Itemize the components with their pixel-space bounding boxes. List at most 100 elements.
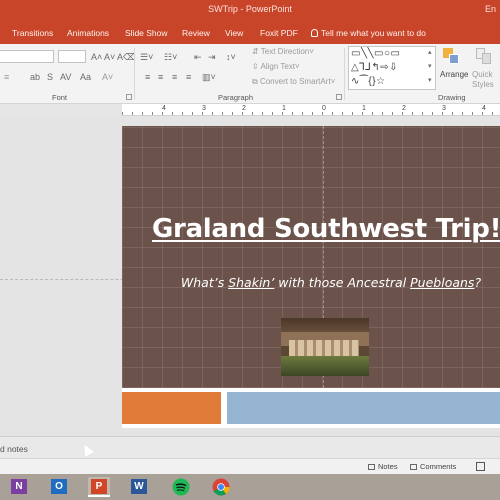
tab-review[interactable]: Review [182, 28, 210, 38]
align-text-label: Align Text [260, 62, 296, 71]
align-center-icon[interactable]: ≡ [158, 72, 163, 82]
ruler-label: 1 [282, 105, 286, 112]
ribbon: A˄ A˅ A⌫ ≡ ab S AV Aa A˅ Font ☰˅ ☷˅ ⇤ ⇥ … [0, 44, 500, 104]
ruler-label: 3 [442, 105, 446, 112]
onenote-icon: N [11, 479, 27, 494]
tab-animations[interactable]: Animations [67, 28, 109, 38]
outlook-icon: O [51, 479, 67, 494]
blue-footer-bar[interactable] [227, 392, 500, 424]
comments-toggle[interactable]: Comments [410, 462, 456, 471]
cliff-dwelling-photo[interactable] [281, 318, 369, 376]
slide-title[interactable]: Graland Southwest Trip! [152, 214, 500, 244]
gallery-scroll-down-icon[interactable]: ▾ [428, 62, 432, 70]
align-left-icon[interactable]: ≡ [145, 72, 150, 82]
font-group-label: Font [52, 93, 68, 102]
line-spacing-icon[interactable]: ↕˅ [226, 52, 236, 62]
powerpoint-icon: P [91, 479, 107, 494]
taskbar-spotify[interactable] [170, 477, 192, 497]
tab-slide-show[interactable]: Slide Show [125, 28, 168, 38]
numbering-icon[interactable]: ☷˅ [164, 52, 177, 63]
orange-footer-bar[interactable] [122, 392, 221, 424]
tab-transitions[interactable]: Transitions [12, 28, 53, 38]
horizontal-ruler[interactable]: 4 3 2 1 0 1 2 3 4 [122, 104, 500, 116]
photo-trees [281, 356, 369, 376]
lightbulb-icon [311, 29, 318, 37]
taskbar-word[interactable]: W [128, 477, 150, 497]
bullets-icon[interactable]: ☰˅ [140, 52, 153, 63]
change-case-icon[interactable]: Aa [80, 72, 91, 82]
notes-toggle[interactable]: Notes [368, 462, 398, 471]
font-color-icon[interactable]: A˅ [102, 72, 113, 82]
subtitle-text: with those Ancestral [274, 275, 411, 290]
font-style-icons[interactable]: ≡ [4, 72, 9, 82]
taskbar: N O P W [0, 474, 500, 500]
quick-styles-icon[interactable] [474, 48, 494, 66]
tab-foxit-pdf[interactable]: Foxit PDF [260, 28, 298, 38]
chrome-icon [212, 478, 230, 496]
font-size-dropdown[interactable] [58, 50, 86, 63]
notes-toggle-label: Notes [378, 462, 398, 471]
subtitle-text: ? [474, 275, 482, 290]
text-direction-label: Text Direction [260, 47, 310, 56]
font-dialog-launcher[interactable] [126, 94, 132, 100]
ribbon-separator [134, 48, 135, 100]
char-spacing-icon[interactable]: AV [60, 72, 71, 82]
taskbar-onenote[interactable]: N [8, 477, 30, 497]
convert-smartart-label: Convert to SmartArt [259, 77, 331, 86]
ruler-label: 1 [362, 105, 366, 112]
slide-subtitle[interactable]: What’s Shakin’ with those Ancestral Pueb… [162, 275, 500, 290]
ribbon-tabs: Transitions Animations Slide Show Review… [0, 22, 500, 44]
ruler-label: 4 [482, 105, 486, 112]
decrease-indent-icon[interactable]: ⇤ [194, 52, 202, 63]
spotify-icon [172, 478, 190, 496]
slide-canvas[interactable]: Graland Southwest Trip! What’s Shakin’ w… [122, 126, 500, 428]
convert-smartart-button[interactable]: ⧉ Convert to SmartArt˅ [252, 77, 335, 87]
text-direction-button[interactable]: ⇵ Text Direction˅ [252, 47, 314, 56]
ruler-label: 0 [322, 105, 326, 112]
taskbar-powerpoint[interactable]: P [88, 477, 110, 497]
quick-styles-label[interactable]: Quick Styles [472, 70, 498, 90]
subtitle-text: What’s [180, 275, 229, 290]
grow-font-icon[interactable]: A˄ [91, 52, 102, 62]
columns-icon[interactable]: ▥˅ [202, 72, 216, 83]
shadow-icon[interactable]: S [47, 72, 53, 82]
arrange-label[interactable]: Arrange [440, 70, 468, 79]
ruler-label: 4 [162, 105, 166, 112]
word-icon: W [131, 479, 147, 494]
taskbar-chrome[interactable] [210, 477, 232, 497]
increase-indent-icon[interactable]: ⇥ [208, 52, 216, 63]
tell-me-text: Tell me what you want to do [321, 28, 426, 38]
shrink-font-icon[interactable]: A˅ [104, 52, 115, 62]
gallery-more-icon[interactable]: ▾ [428, 76, 432, 84]
account-name[interactable]: En [485, 4, 496, 14]
photo-ruins [289, 340, 359, 356]
align-right-icon[interactable]: ≡ [172, 72, 177, 82]
strikethrough-icon[interactable]: ab [30, 72, 40, 82]
paragraph-dialog-launcher[interactable] [336, 94, 342, 100]
align-text-button[interactable]: ⇳ Align Text˅ [252, 62, 300, 71]
clear-format-icon[interactable]: A⌫ [117, 52, 136, 63]
normal-view-icon[interactable] [476, 462, 485, 471]
font-name-dropdown[interactable] [0, 50, 54, 63]
tell-me-box[interactable]: Tell me what you want to do [311, 28, 426, 38]
shapes-gallery[interactable]: ▭╲╲▭○▭ △⅂⅃↰⇨⇩ ∿⁀{}☆ [348, 46, 436, 90]
notes-pane[interactable]: d notes [0, 436, 500, 458]
notes-icon [368, 464, 375, 470]
subtitle-text: Shakin’ [228, 275, 275, 290]
ruler-label: 2 [402, 105, 406, 112]
comments-icon [410, 464, 417, 470]
ribbon-separator [344, 48, 345, 100]
gallery-scroll-up-icon[interactable]: ▴ [428, 48, 432, 56]
taskbar-outlook[interactable]: O [48, 477, 70, 497]
tab-view[interactable]: View [225, 28, 243, 38]
justify-icon[interactable]: ≡ [186, 72, 191, 82]
window-title: SWTrip - PowerPoint [208, 4, 292, 14]
ruler-corner [0, 104, 122, 116]
arrange-icon[interactable] [443, 48, 463, 66]
ruler-ticks [122, 112, 500, 115]
subtitle-text: Puebloans [410, 275, 475, 290]
notes-placeholder[interactable]: d notes [0, 444, 28, 454]
drawing-group-label: Drawing [438, 93, 466, 102]
ruler-label: 2 [242, 105, 246, 112]
title-bar: SWTrip - PowerPoint En [0, 0, 500, 22]
